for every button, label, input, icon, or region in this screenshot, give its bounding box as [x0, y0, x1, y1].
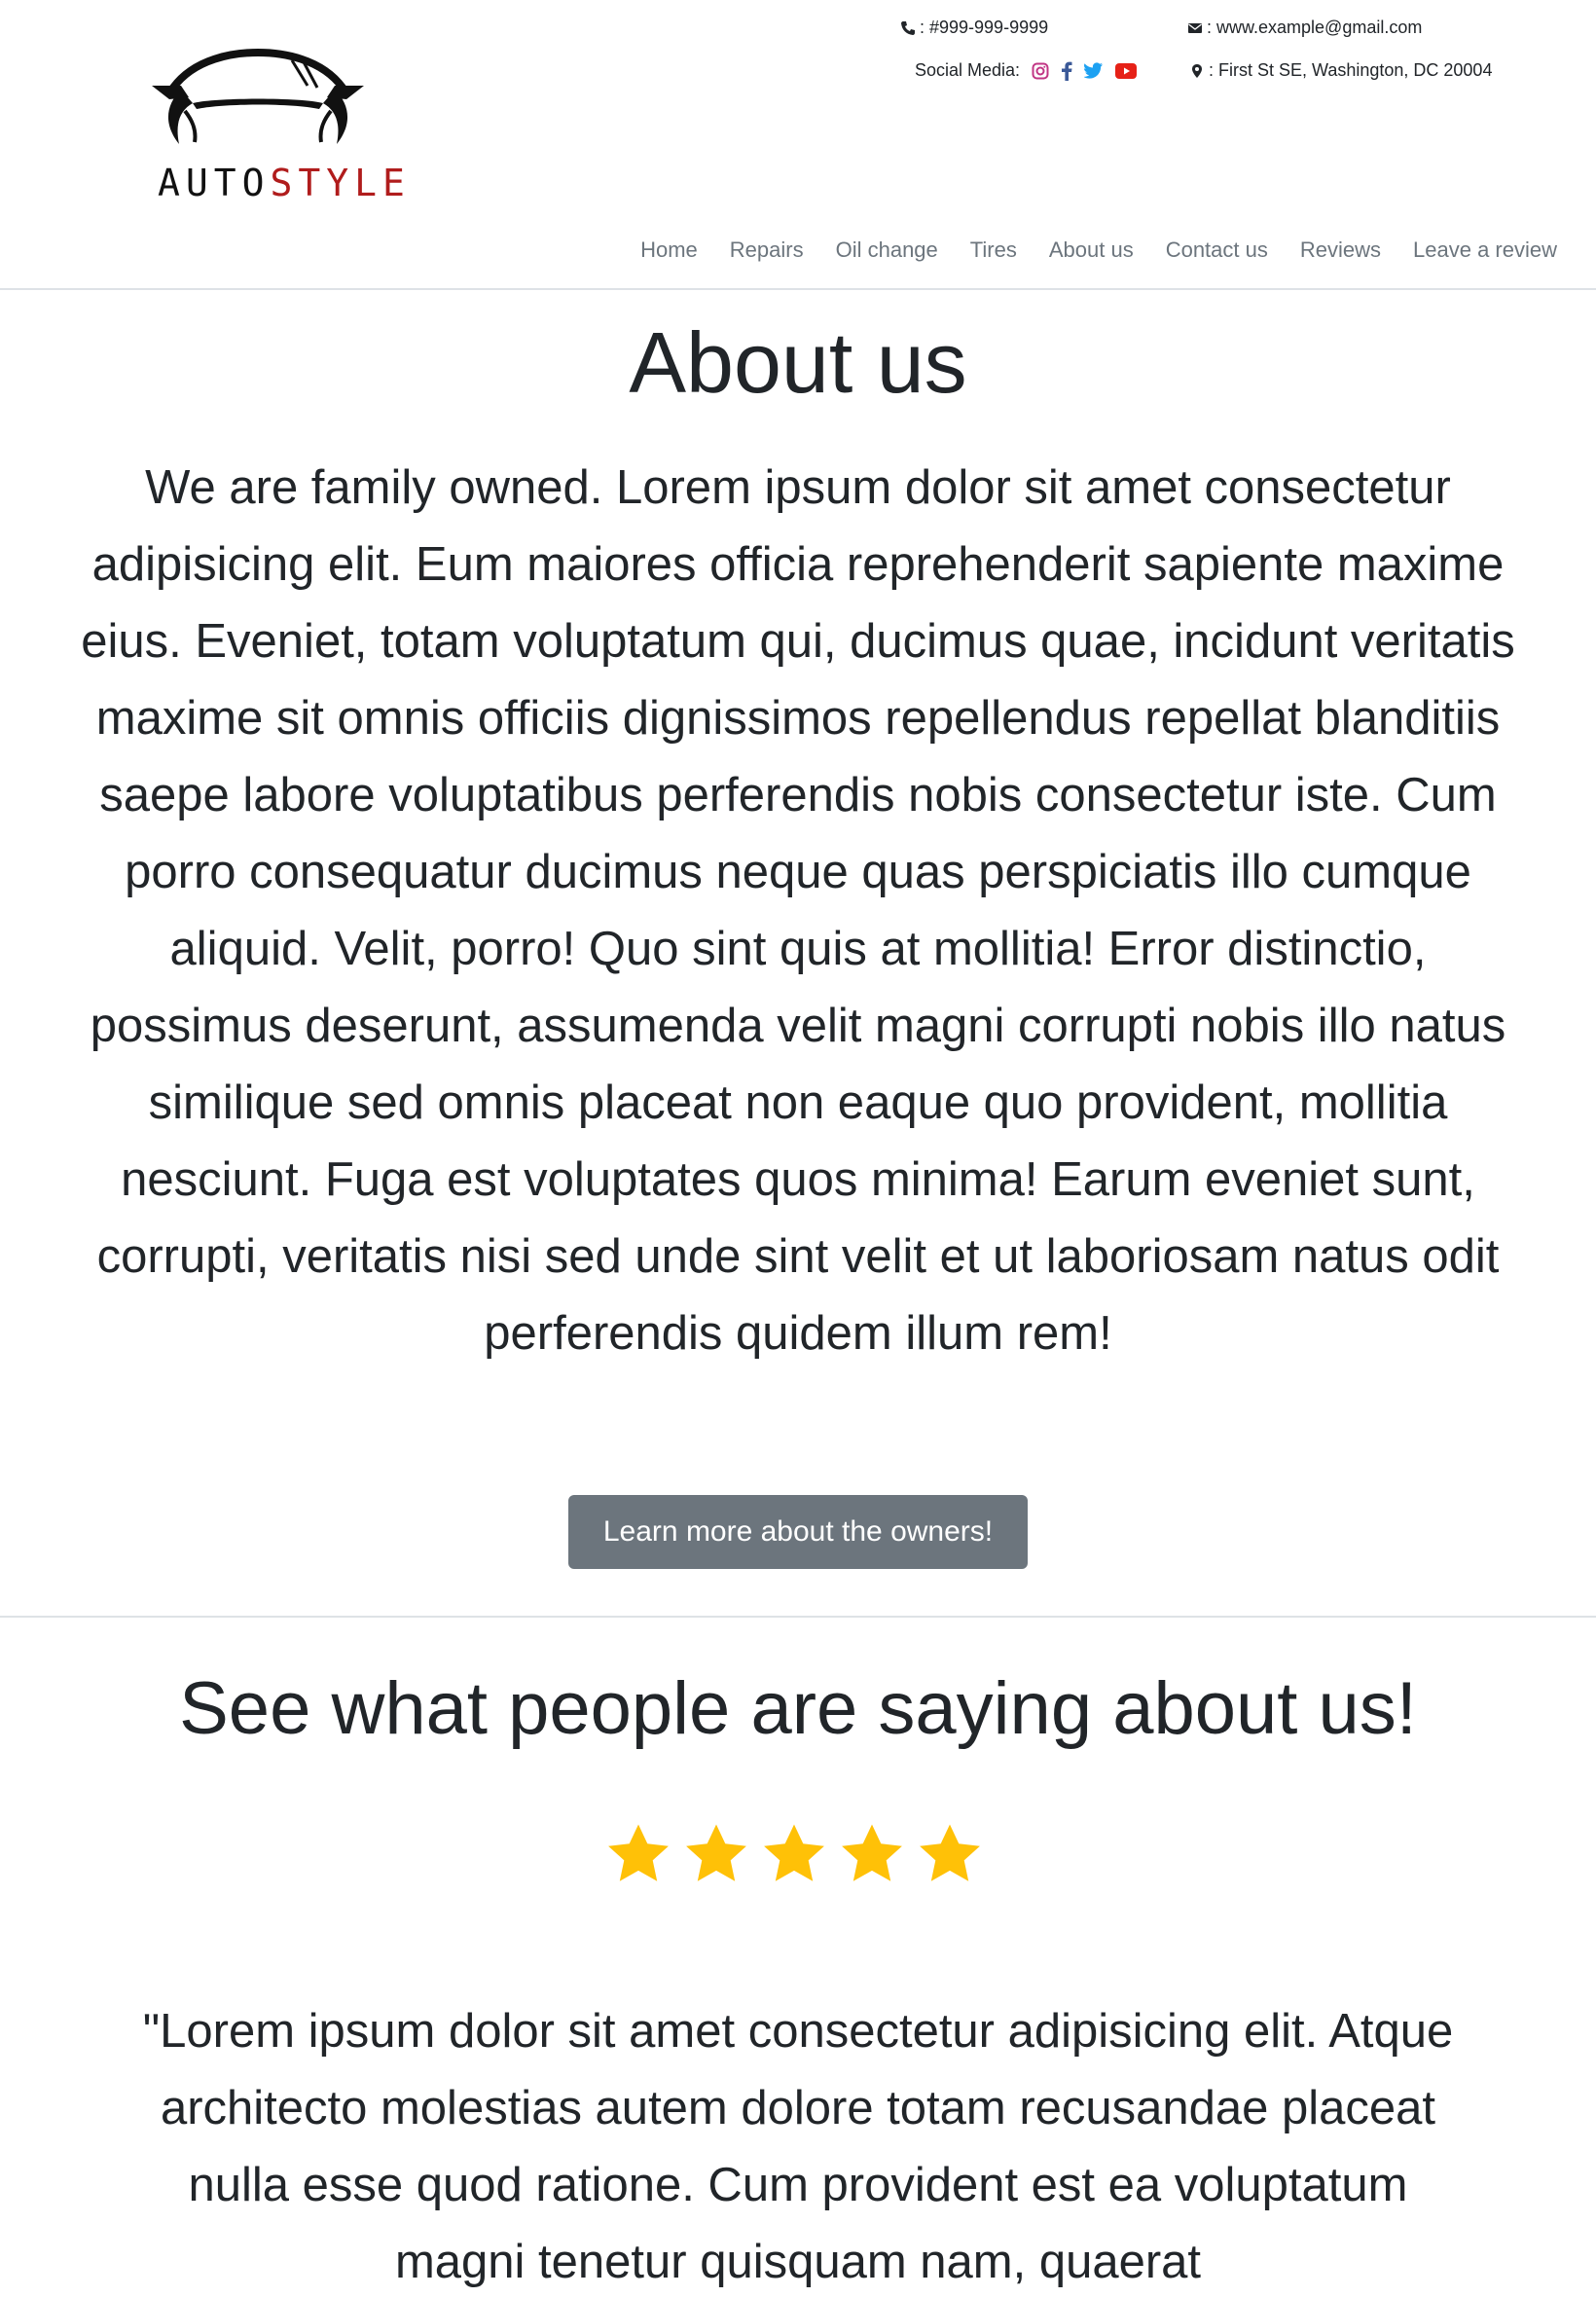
nav-item-leave-a-review[interactable]: Leave a review — [1413, 237, 1557, 263]
phone-icon — [901, 20, 915, 35]
car-silhouette-icon — [152, 48, 364, 144]
address-info[interactable]: : First St SE, Washington, DC 20004 — [1189, 60, 1492, 81]
nav-item-repairs[interactable]: Repairs — [730, 237, 804, 263]
logo-style: STYLE — [270, 162, 411, 204]
youtube-icon[interactable] — [1115, 62, 1138, 79]
autostyle-logo[interactable]: AUTOSTYLE — [146, 47, 405, 212]
social-label: Social Media: — [915, 60, 1021, 80]
nav-item-about-us[interactable]: About us — [1049, 237, 1134, 263]
nav-item-reviews[interactable]: Reviews — [1300, 237, 1381, 263]
star-icon — [764, 1824, 824, 1881]
star-icon — [920, 1824, 980, 1881]
review-quote: "Lorem ipsum dolor sit amet consectetur … — [142, 2005, 1454, 2288]
facebook-icon[interactable] — [1061, 61, 1072, 81]
address-text: : First St SE, Washington, DC 20004 — [1209, 60, 1493, 80]
email-address: : www.example@gmail.com — [1207, 18, 1423, 37]
phone-number: : #999-999-9999 — [920, 18, 1049, 37]
envelope-icon — [1188, 22, 1202, 33]
nav-item-home[interactable]: Home — [640, 237, 698, 263]
logo-wordmark: AUTOSTYLE — [158, 162, 411, 204]
main-nav: Home Repairs Oil change Tires About us C… — [640, 237, 1557, 263]
about-title: About us — [629, 314, 967, 411]
email-info[interactable]: : www.example@gmail.com — [1187, 18, 1422, 38]
star-rating — [603, 1820, 985, 1890]
nav-item-tires[interactable]: Tires — [970, 237, 1017, 263]
about-paragraph: We are family owned. Lorem ipsum dolor s… — [81, 461, 1515, 1360]
star-icon — [842, 1824, 902, 1881]
reviews-title: See what people are saying about us! — [179, 1667, 1417, 1750]
section-divider — [0, 1616, 1596, 1618]
star-icon — [608, 1824, 669, 1881]
map-pin-icon — [1192, 63, 1202, 78]
site-header: AUTOSTYLE : #999-999-9999 : www.example@… — [0, 0, 1596, 290]
logo-auto: AUTO — [158, 162, 271, 204]
social-media: Social Media: — [915, 60, 1138, 81]
nav-item-oil-change[interactable]: Oil change — [836, 237, 938, 263]
instagram-icon[interactable] — [1032, 62, 1049, 80]
twitter-icon[interactable] — [1084, 62, 1104, 79]
star-icon — [686, 1824, 746, 1881]
nav-item-contact-us[interactable]: Contact us — [1166, 237, 1268, 263]
learn-more-owners-button[interactable]: Learn more about the owners! — [568, 1495, 1028, 1569]
phone-info[interactable]: : #999-999-9999 — [900, 18, 1048, 38]
